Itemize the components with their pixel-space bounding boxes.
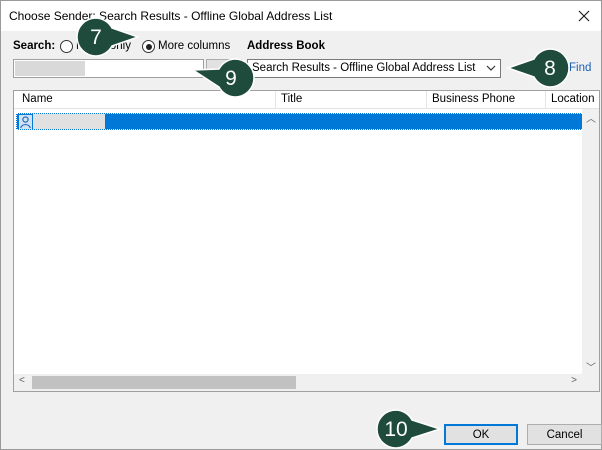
- scroll-up-icon[interactable]: ︿: [586, 110, 596, 125]
- dialog-title: Choose Sender: Search Results - Offline …: [9, 9, 333, 23]
- ok-button[interactable]: OK: [444, 424, 518, 445]
- cancel-label: Cancel: [546, 428, 583, 441]
- redacted-contact-name: [33, 114, 105, 129]
- contact-icon: [19, 115, 32, 129]
- address-book-selected: Search Results - Offline Global Address …: [252, 62, 476, 74]
- ok-label: OK: [472, 428, 490, 441]
- scroll-right-icon[interactable]: >: [571, 375, 577, 386]
- callout-number: 9: [225, 67, 237, 90]
- column-header-name[interactable]: Name: [22, 93, 53, 105]
- more-columns-radio[interactable]: [142, 40, 155, 53]
- close-icon[interactable]: [573, 5, 595, 27]
- address-book-label: Address Book: [247, 40, 325, 52]
- column-header-business-phone[interactable]: Business Phone: [432, 93, 515, 105]
- column-divider[interactable]: [426, 91, 427, 109]
- results-list[interactable]: Name Title Business Phone Location ︿ ﹀ <…: [13, 90, 600, 392]
- find-link[interactable]: Find: [569, 62, 591, 74]
- address-book-dropdown[interactable]: Search Results - Offline Global Address …: [247, 59, 501, 78]
- vertical-scrollbar[interactable]: ︿ ﹀: [582, 109, 599, 375]
- callout-number: 10: [384, 418, 408, 441]
- step-callout-8: 8: [504, 48, 570, 88]
- step-callout-7: 7: [76, 17, 141, 57]
- list-item[interactable]: [16, 113, 584, 130]
- list-header: Name Title Business Phone Location: [14, 91, 599, 109]
- scroll-down-icon[interactable]: ﹀: [586, 359, 596, 374]
- callout-number: 7: [90, 26, 102, 49]
- column-header-location[interactable]: Location: [551, 93, 594, 105]
- chevron-down-icon: [486, 63, 496, 75]
- horizontal-scrollbar[interactable]: < >: [14, 374, 599, 391]
- column-header-title[interactable]: Title: [281, 93, 302, 105]
- column-divider[interactable]: [545, 91, 546, 109]
- name-only-radio[interactable]: [60, 40, 73, 53]
- cancel-button[interactable]: Cancel: [527, 424, 602, 445]
- step-callout-9: 9: [189, 58, 255, 98]
- search-input[interactable]: [13, 59, 204, 78]
- step-callout-10: 10: [376, 409, 442, 449]
- search-label: Search:: [13, 40, 56, 52]
- column-divider[interactable]: [275, 91, 276, 109]
- callout-number: 8: [544, 57, 556, 80]
- more-columns-label[interactable]: More columns: [158, 40, 230, 52]
- redacted-search-text: [15, 61, 85, 76]
- scroll-left-icon[interactable]: <: [19, 375, 25, 386]
- horizontal-scroll-thumb[interactable]: [32, 376, 296, 389]
- choose-sender-dialog: Choose Sender: Search Results - Offline …: [0, 0, 602, 450]
